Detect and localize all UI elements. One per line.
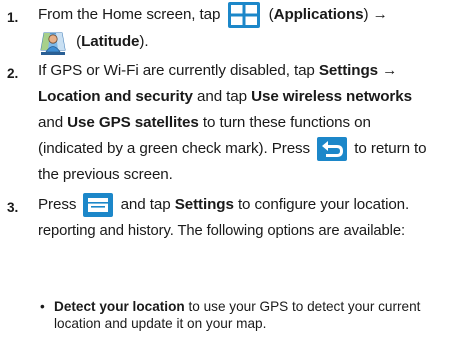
gps-satellites-label: Use GPS satellites xyxy=(67,114,199,131)
text-fragment: reporting and history. The following opt… xyxy=(38,223,405,239)
bullet-item: • Detect your location to use your GPS t… xyxy=(40,298,420,332)
text-fragment: ). xyxy=(139,33,149,51)
text-fragment: and tap xyxy=(120,196,171,213)
text-fragment: to return to xyxy=(354,140,427,157)
step-3-line-1: Press and tap Settings to configure your… xyxy=(38,192,409,218)
menu-key-icon xyxy=(83,192,114,217)
applications-label: Applications xyxy=(273,6,364,24)
arrow-glyph: → xyxy=(372,6,388,24)
latitude-app-icon xyxy=(38,28,68,56)
location-security-label: Location and security xyxy=(38,88,193,105)
step-text: If GPS or Wi-Fi are currently disabled, … xyxy=(38,58,427,188)
applications-grid-icon xyxy=(228,2,261,28)
bullet-line-2: location and update it on your map. xyxy=(54,315,420,332)
step-number: 2. xyxy=(7,66,19,81)
step-1-line-1: From the Home screen, tap (Applications)… xyxy=(38,2,388,28)
bullet-dot: • xyxy=(40,299,45,314)
settings-label: Settings xyxy=(174,196,234,213)
step-text: Press and tap Settings to configure your… xyxy=(38,192,409,244)
text-fragment: location and update it on your map. xyxy=(54,316,267,331)
step-3-line-2: reporting and history. The following opt… xyxy=(38,218,409,244)
text-fragment: to turn these functions on xyxy=(202,114,371,131)
step-text: From the Home screen, tap (Applications)… xyxy=(38,2,388,58)
step-2-line-1: If GPS or Wi-Fi are currently disabled, … xyxy=(38,58,427,84)
text-fragment: to use your GPS to detect your current xyxy=(188,299,421,314)
step-2-line-4: (indicated by a green check mark). Press… xyxy=(38,136,427,162)
text-fragment: Press xyxy=(38,196,77,213)
wireless-networks-label: Use wireless networks xyxy=(251,88,412,105)
step-2-line-5: the previous screen. xyxy=(38,162,427,188)
latitude-label: Latitude xyxy=(81,33,140,51)
back-arrow-icon xyxy=(317,136,348,161)
detect-location-label: Detect your location xyxy=(54,299,185,314)
arrow-glyph: → xyxy=(382,62,398,79)
text-fragment: If GPS or Wi-Fi are currently disabled, … xyxy=(38,62,315,79)
text-fragment: (indicated by a green check mark). Press xyxy=(38,140,311,157)
step-number: 3. xyxy=(7,200,19,215)
bullet-line-1: Detect your location to use your GPS to … xyxy=(54,298,420,315)
text-fragment: and tap xyxy=(197,88,247,105)
text-fragment: From the Home screen, tap xyxy=(38,6,221,24)
settings-label: Settings xyxy=(318,62,379,79)
document-page: 1. From the Home screen, tap (Applicatio… xyxy=(0,0,464,344)
step-number: 1. xyxy=(7,10,19,25)
step-2-line-2: Location and security and tap Use wirele… xyxy=(38,84,427,110)
step-1-line-2: (Latitude). xyxy=(38,28,388,58)
text-fragment: to configure your location. xyxy=(237,196,410,213)
text-fragment: the previous screen. xyxy=(38,166,173,183)
text-fragment: and xyxy=(38,114,64,131)
text-fragment: ) xyxy=(363,6,369,24)
step-2-line-3: and Use GPS satellites to turn these fun… xyxy=(38,110,427,136)
